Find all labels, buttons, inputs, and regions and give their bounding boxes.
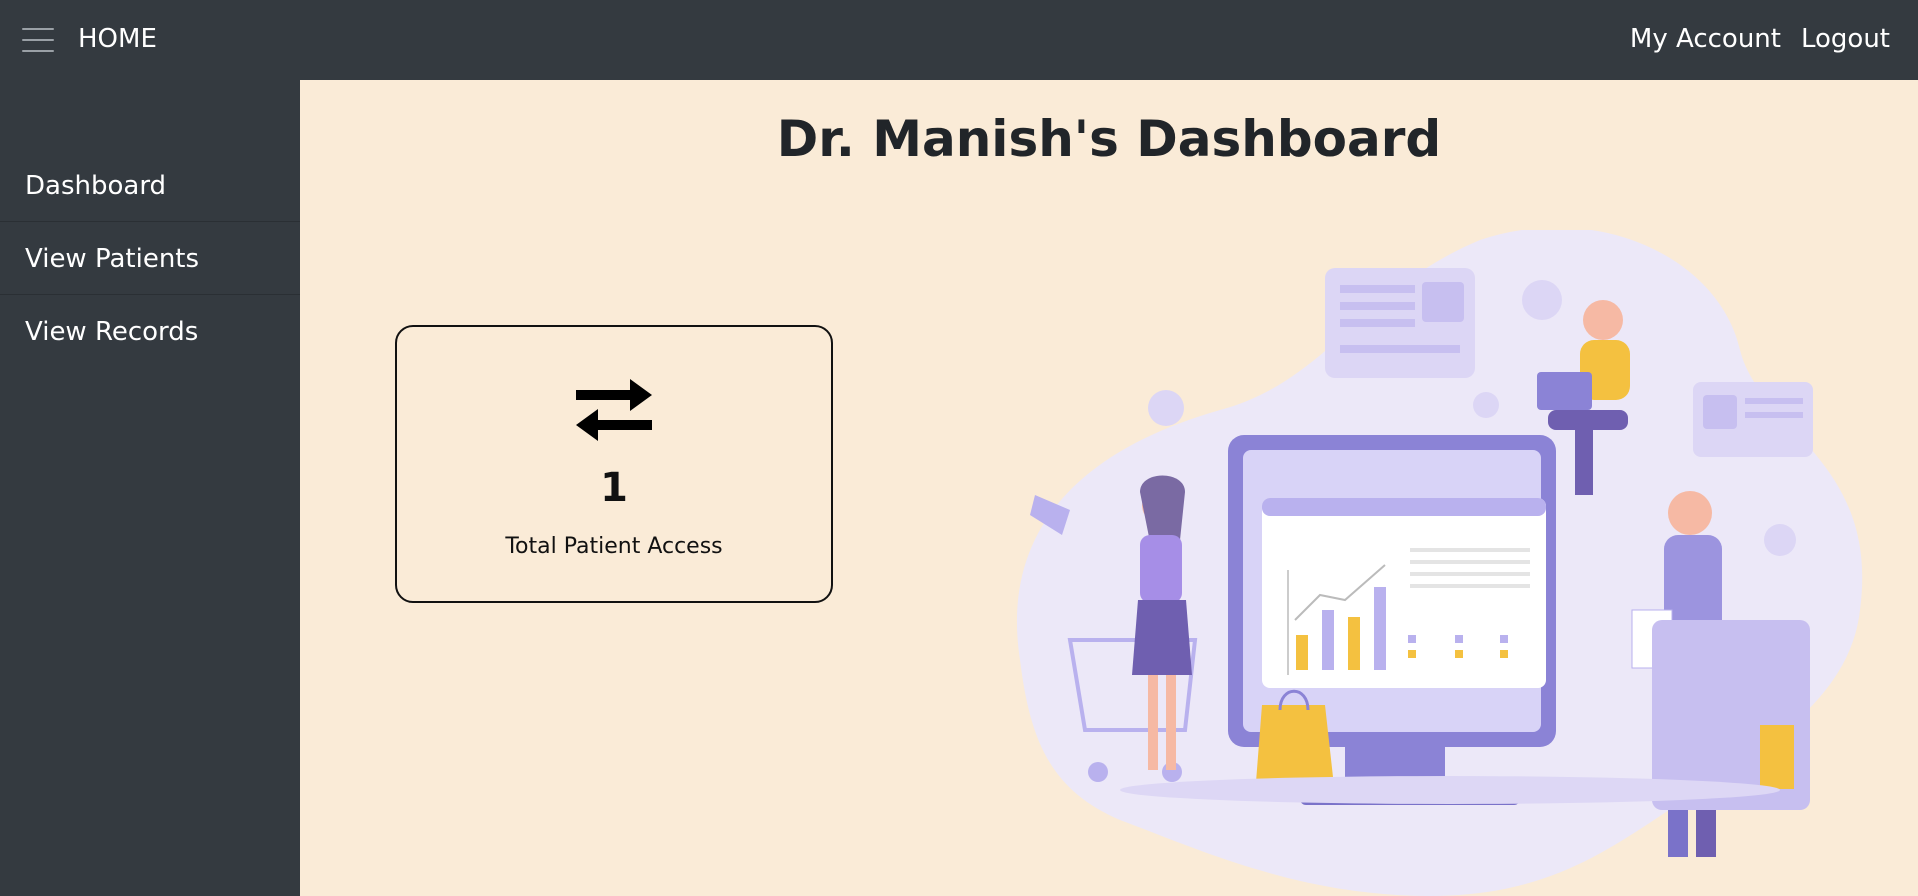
sidebar-item-dashboard[interactable]: Dashboard: [0, 150, 300, 222]
sidebar-item-view-patients[interactable]: View Patients: [0, 223, 300, 295]
page-title: Dr. Manish's Dashboard: [776, 110, 1442, 168]
dashboard-illustration: [1016, 230, 1863, 896]
logout-link[interactable]: Logout: [1801, 24, 1890, 54]
sidebar: Dashboard View Patients View Records: [0, 80, 300, 896]
nav-right: My Account Logout: [1630, 24, 1890, 54]
card-label: Total Patient Access: [505, 534, 723, 559]
hamburger-menu-icon[interactable]: [22, 28, 54, 52]
total-patient-access-card: 1 Total Patient Access: [395, 325, 833, 603]
my-account-link[interactable]: My Account: [1630, 24, 1781, 54]
top-navbar: HOME My Account Logout: [0, 0, 1918, 80]
swap-arrows-icon: [576, 379, 652, 441]
sidebar-item-view-records[interactable]: View Records: [0, 296, 300, 368]
home-link[interactable]: HOME: [78, 24, 157, 54]
card-value: 1: [600, 465, 628, 511]
